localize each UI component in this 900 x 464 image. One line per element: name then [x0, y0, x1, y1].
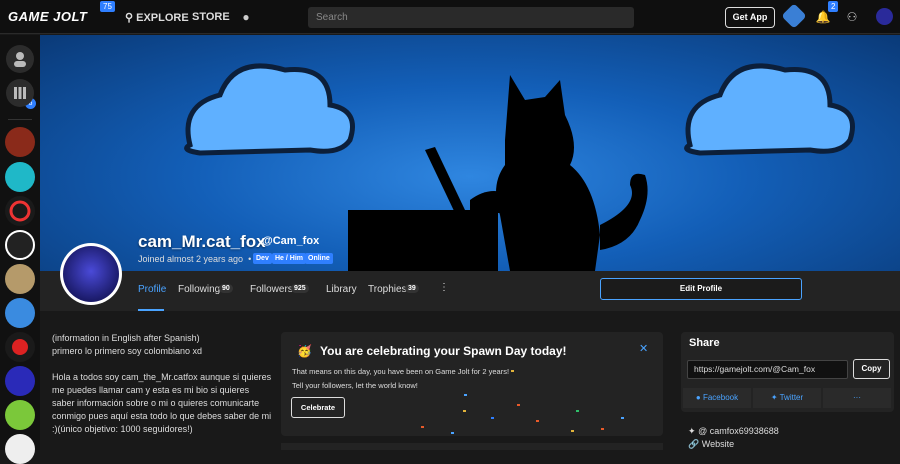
- share-more-button[interactable]: ···: [823, 388, 891, 408]
- library-icon[interactable]: [6, 79, 34, 107]
- share-url-field[interactable]: https://gamejolt.com/@Cam_fox: [687, 360, 848, 379]
- bio-paragraph: Hola a todos soy cam_the_Mr.catfox aunqu…: [52, 372, 272, 434]
- logo-badge: 75: [100, 1, 115, 12]
- sidebar-game-6[interactable]: [5, 298, 35, 328]
- tab-trophies[interactable]: Trophies: [368, 284, 407, 295]
- joined-text: Joined almost 2 years ago •: [138, 254, 252, 264]
- celebrate-button[interactable]: Celebrate: [291, 397, 345, 418]
- profile-avatar[interactable]: [60, 243, 122, 305]
- edit-profile-button[interactable]: Edit Profile: [600, 278, 802, 300]
- trophies-count: 39: [405, 284, 419, 293]
- bio-line-2: primero lo primero soy colombiano xd: [52, 346, 203, 356]
- twitter-icon: ✦: [770, 393, 778, 402]
- feed-card: [281, 443, 663, 450]
- pronoun-tag: He / Him: [272, 253, 307, 264]
- confetti: [601, 428, 604, 430]
- twitter-icon: ✦: [688, 426, 696, 436]
- close-icon[interactable]: ✕: [639, 342, 648, 355]
- sidebar-game-3[interactable]: [5, 196, 35, 226]
- following-count: 90: [219, 284, 233, 293]
- friends-icon[interactable]: [6, 45, 34, 73]
- more-options-icon[interactable]: ⋮: [439, 282, 449, 293]
- profile-handle: @Cam_fox: [262, 235, 320, 247]
- store-link[interactable]: STORE: [192, 11, 230, 23]
- link-icon: 🔗: [688, 439, 700, 449]
- get-app-button[interactable]: Get App: [725, 7, 775, 28]
- confetti: [576, 410, 579, 412]
- gamejolt-logo[interactable]: GAME JOLT: [8, 9, 87, 24]
- explore-link[interactable]: ⚲ EXPLORE: [125, 11, 189, 24]
- confetti: [621, 417, 624, 419]
- spawn-day-card: 🥳 You are celebrating your Spawn Day tod…: [281, 332, 663, 436]
- share-card: Share https://gamejolt.com/@Cam_fox Copy…: [681, 332, 894, 412]
- sidebar-game-10[interactable]: [5, 434, 35, 464]
- user-avatar-icon[interactable]: [876, 8, 893, 25]
- followers-count: 925: [291, 284, 309, 293]
- bio-line-1: (information in English after Spanish): [52, 333, 200, 343]
- confetti: [463, 410, 466, 412]
- confetti: [511, 370, 514, 372]
- profile-bio: (information in English after Spanish) p…: [52, 332, 272, 436]
- website-link[interactable]: 🔗 Website: [688, 439, 734, 450]
- spawn-title: You are celebrating your Spawn Day today…: [320, 344, 567, 358]
- sidebar-game-4[interactable]: [5, 230, 35, 260]
- dev-tag: Dev: [253, 253, 272, 264]
- sidebar-divider: [8, 119, 32, 120]
- activity-icon[interactable]: ⚇: [844, 9, 860, 25]
- spawn-text-1: That means on this day, you have been on…: [292, 367, 510, 376]
- sidebar-game-5[interactable]: [5, 264, 35, 294]
- cat-silhouette: [348, 75, 648, 271]
- spawn-text-2: Tell your followers, let the world know!: [292, 381, 418, 390]
- twitter-link[interactable]: ✦ @ camfox69938688: [688, 426, 779, 437]
- notification-badge: 2: [828, 1, 839, 12]
- party-icon: 🥳: [297, 344, 312, 358]
- sidebar-game-2[interactable]: [5, 162, 35, 192]
- confetti: [451, 432, 454, 434]
- left-sidebar: 6: [0, 35, 40, 464]
- confetti: [536, 420, 539, 422]
- cloud-left: [184, 63, 355, 156]
- confetti: [464, 394, 467, 396]
- sidebar-game-9[interactable]: [5, 400, 35, 430]
- sidebar-game-1[interactable]: [5, 127, 35, 157]
- tab-following[interactable]: Following: [178, 284, 220, 295]
- chat-icon[interactable]: ●: [238, 9, 254, 25]
- explore-icon: ⚲: [125, 12, 134, 24]
- tab-library[interactable]: Library: [326, 284, 357, 295]
- share-facebook-button[interactable]: ● Facebook: [683, 388, 751, 408]
- facebook-icon: ●: [695, 393, 701, 402]
- search-input[interactable]: Search: [308, 7, 634, 28]
- active-tab-indicator: [138, 309, 164, 311]
- top-navbar: GAME JOLT 75 ⚲ EXPLORE STORE ● Search Ge…: [0, 0, 900, 34]
- confetti: [421, 426, 424, 428]
- sidebar-game-7[interactable]: [5, 332, 35, 362]
- confetti: [491, 417, 494, 419]
- online-tag: Online: [305, 253, 333, 264]
- sidebar-game-8[interactable]: [5, 366, 35, 396]
- profile-name: cam_Mr.cat_fox: [138, 232, 266, 251]
- tab-followers[interactable]: Followers: [250, 284, 293, 295]
- share-title: Share: [689, 337, 720, 349]
- tab-profile[interactable]: Profile: [138, 284, 166, 295]
- confetti: [571, 430, 574, 432]
- share-twitter-button[interactable]: ✦ Twitter: [753, 388, 821, 408]
- quests-icon[interactable]: [781, 3, 807, 29]
- cloud-right: [684, 63, 855, 156]
- confetti: [517, 404, 520, 406]
- copy-button[interactable]: Copy: [853, 359, 890, 379]
